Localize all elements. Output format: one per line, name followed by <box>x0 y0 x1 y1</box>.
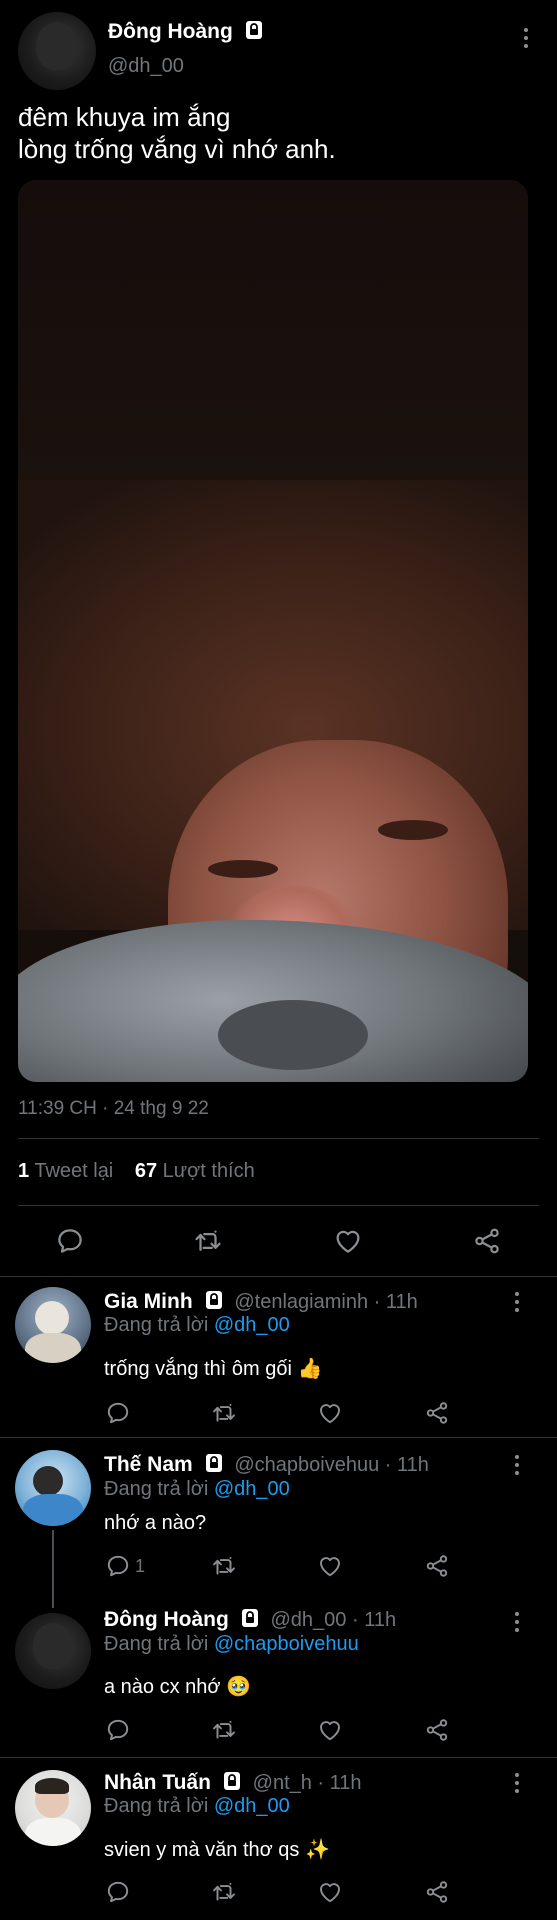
heart-icon[interactable] <box>333 1226 363 1256</box>
reply-handle: @dh_00 · 11h <box>270 1609 397 1631</box>
reply-count: 1 <box>135 1556 146 1576</box>
replying-to: Đang trả lời @dh_00 <box>104 1795 290 1818</box>
more-icon[interactable] <box>514 1292 520 1316</box>
reply-text: trống vắng thì ôm gối 👍 <box>104 1358 323 1380</box>
reply-text: a nào cx nhớ 🥹 <box>104 1676 251 1698</box>
lock-icon <box>241 1608 259 1628</box>
retweet-icon[interactable] <box>193 1226 223 1256</box>
reply-author[interactable]: Gia Minh @tenlagiaminh · 11h <box>104 1290 418 1314</box>
share-icon[interactable] <box>424 1400 450 1426</box>
retweet-count[interactable]: 1 <box>18 1160 29 1182</box>
divider <box>18 1138 539 1139</box>
reply-author-name: Thế Nam <box>104 1453 193 1476</box>
reply-icon[interactable] <box>105 1879 131 1905</box>
more-icon[interactable] <box>514 1455 520 1479</box>
heart-icon[interactable] <box>317 1717 343 1743</box>
replying-to-link[interactable]: @dh_00 <box>214 1478 290 1500</box>
replying-to: Đang trả lời @dh_00 <box>104 1314 290 1337</box>
replying-to-link[interactable]: @dh_00 <box>214 1314 290 1336</box>
replying-prefix: Đang trả lời <box>104 1795 209 1817</box>
reply-author-name: Nhân Tuấn <box>104 1771 211 1794</box>
retweet-icon[interactable] <box>211 1400 237 1426</box>
avatar[interactable] <box>18 12 96 90</box>
author-name-text: Đông Hoàng <box>108 20 233 43</box>
reply-icon[interactable] <box>105 1553 131 1579</box>
heart-icon[interactable] <box>317 1879 343 1905</box>
tweet-timestamp[interactable]: 11:39 CH · 24 thg 9 22 <box>18 1098 209 1120</box>
tweet-text-line: đêm khuya im ắng <box>18 102 231 132</box>
reply-handle: @nt_h · 11h <box>252 1772 362 1794</box>
tweet-stats: 1 Tweet lại 67 Lượt thích <box>18 1160 255 1183</box>
reply-author-name: Gia Minh <box>104 1290 193 1313</box>
thread-line <box>52 1530 54 1608</box>
replying-to: Đang trả lời @dh_00 <box>104 1478 290 1501</box>
retweet-icon[interactable] <box>211 1553 237 1579</box>
reply-author[interactable]: Thế Nam @chapboivehuu · 11h <box>104 1453 429 1477</box>
reply-author[interactable]: Nhân Tuấn @nt_h · 11h <box>104 1771 362 1795</box>
heart-icon[interactable] <box>317 1400 343 1426</box>
share-icon[interactable] <box>424 1553 450 1579</box>
tweet-text: đêm khuya im ắng lòng trống vắng vì nhớ … <box>18 101 538 165</box>
replying-to-link[interactable]: @dh_00 <box>214 1795 290 1817</box>
author-handle[interactable]: @dh_00 <box>108 55 184 78</box>
reply-handle: @chapboivehuu · 11h <box>234 1454 429 1476</box>
reply-icon[interactable] <box>55 1226 85 1256</box>
retweet-icon[interactable] <box>211 1717 237 1743</box>
reply-text: nhớ a nào? <box>104 1512 207 1534</box>
lock-icon <box>245 20 263 40</box>
share-icon[interactable] <box>424 1879 450 1905</box>
replying-to-link[interactable]: @chapboivehuu <box>214 1633 359 1655</box>
share-icon[interactable] <box>424 1717 450 1743</box>
retweet-label[interactable]: Tweet lại <box>34 1160 113 1182</box>
divider <box>0 1276 557 1277</box>
reply-text: svien y mà văn thơ qs ✨ <box>104 1839 330 1861</box>
more-icon[interactable] <box>523 28 529 52</box>
more-icon[interactable] <box>514 1773 520 1797</box>
lock-icon <box>205 1290 223 1310</box>
reply-handle: @tenlagiaminh · 11h <box>234 1291 418 1313</box>
replying-prefix: Đang trả lời <box>104 1314 209 1336</box>
reply-icon[interactable] <box>105 1400 131 1426</box>
author-name[interactable]: Đông Hoàng <box>108 20 263 44</box>
reply-icon[interactable] <box>105 1717 131 1743</box>
divider <box>0 1757 557 1758</box>
tweet-photo[interactable] <box>18 180 528 1082</box>
heart-icon[interactable] <box>317 1553 343 1579</box>
lock-icon <box>223 1771 241 1791</box>
reply-author[interactable]: Đông Hoàng @dh_00 · 11h <box>104 1608 396 1632</box>
lock-icon <box>205 1453 223 1473</box>
like-count[interactable]: 67 <box>135 1160 157 1182</box>
like-label[interactable]: Lượt thích <box>163 1160 255 1182</box>
replying-prefix: Đang trả lời <box>104 1633 209 1655</box>
more-icon[interactable] <box>514 1612 520 1636</box>
avatar[interactable] <box>15 1450 91 1526</box>
avatar[interactable] <box>15 1613 91 1689</box>
replying-prefix: Đang trả lời <box>104 1478 209 1500</box>
avatar[interactable] <box>15 1287 91 1363</box>
share-icon[interactable] <box>472 1226 502 1256</box>
tweet-text-line: lòng trống vắng vì nhớ anh. <box>18 134 336 164</box>
divider <box>0 1437 557 1438</box>
replying-to: Đang trả lời @chapboivehuu <box>104 1633 359 1656</box>
divider <box>18 1205 539 1206</box>
reply-author-name: Đông Hoàng <box>104 1608 229 1631</box>
retweet-icon[interactable] <box>211 1879 237 1905</box>
avatar[interactable] <box>15 1770 91 1846</box>
